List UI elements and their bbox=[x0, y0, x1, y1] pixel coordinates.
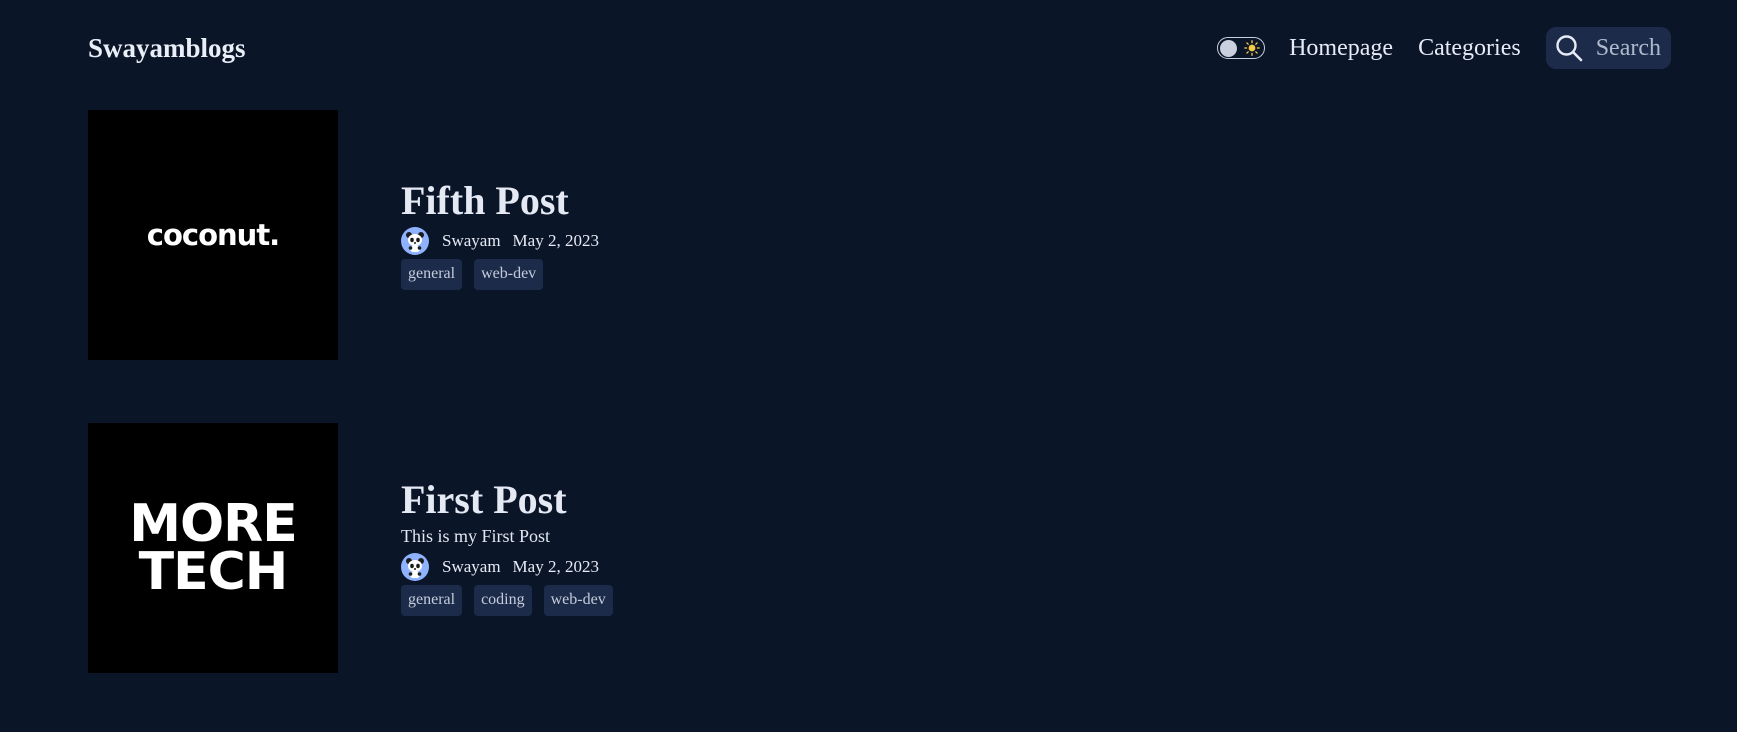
post-title[interactable]: Fifth Post bbox=[401, 180, 599, 221]
post-card: MORE TECH First Post This is my First Po… bbox=[88, 423, 625, 673]
post-meta: Swayam May 2, 2023 bbox=[401, 226, 599, 255]
post-date: May 2, 2023 bbox=[512, 557, 599, 576]
post-author: Swayam bbox=[442, 557, 501, 576]
coconut-logo: coconut. bbox=[146, 218, 280, 252]
post-card: coconut. Fifth Post Swayam May 2, 2023 g… bbox=[88, 110, 599, 360]
more-tech-line: MORE bbox=[129, 494, 298, 554]
post-info: First Post This is my First Post Swayam … bbox=[401, 480, 625, 616]
more-tech-logo: MORE TECH bbox=[129, 494, 298, 602]
site-brand[interactable]: Swayamblogs bbox=[88, 33, 246, 64]
search-icon bbox=[1556, 35, 1583, 62]
more-tech-line: TECH bbox=[138, 542, 289, 602]
tag-web-dev[interactable]: web-dev bbox=[474, 258, 544, 290]
post-tags: general coding web-dev bbox=[401, 585, 625, 616]
post-tags: general web-dev bbox=[401, 258, 599, 290]
author-avatar bbox=[401, 226, 429, 255]
site-header: Swayamblogs Homepage Categories Search bbox=[88, 26, 1671, 70]
search-button[interactable]: Search bbox=[1545, 27, 1671, 69]
post-thumbnail[interactable]: MORE TECH bbox=[88, 423, 338, 673]
theme-toggle[interactable] bbox=[1217, 37, 1266, 59]
toggle-knob bbox=[1220, 39, 1238, 57]
post-author: Swayam bbox=[442, 230, 501, 250]
sun-icon bbox=[1244, 40, 1260, 56]
panda-icon bbox=[406, 231, 424, 252]
post-description: This is my First Post bbox=[401, 526, 551, 546]
author-avatar bbox=[401, 553, 429, 581]
nav-homepage[interactable]: Homepage bbox=[1289, 35, 1393, 62]
tag-general[interactable]: general bbox=[401, 258, 463, 290]
post-meta: Swayam May 2, 2023 bbox=[401, 553, 625, 581]
nav-bar: Homepage Categories Search bbox=[1217, 27, 1671, 69]
post-thumbnail[interactable]: coconut. bbox=[88, 110, 338, 360]
panda-icon bbox=[406, 558, 424, 578]
tag-web-dev[interactable]: web-dev bbox=[543, 585, 613, 616]
tag-coding[interactable]: coding bbox=[474, 585, 532, 616]
search-label: Search bbox=[1595, 34, 1661, 61]
nav-categories[interactable]: Categories bbox=[1418, 35, 1521, 62]
post-date: May 2, 2023 bbox=[512, 230, 599, 250]
post-title[interactable]: First Post bbox=[401, 480, 625, 520]
post-info: Fifth Post Swayam May 2, 2023 general we… bbox=[401, 180, 599, 290]
tag-general[interactable]: general bbox=[401, 585, 463, 616]
